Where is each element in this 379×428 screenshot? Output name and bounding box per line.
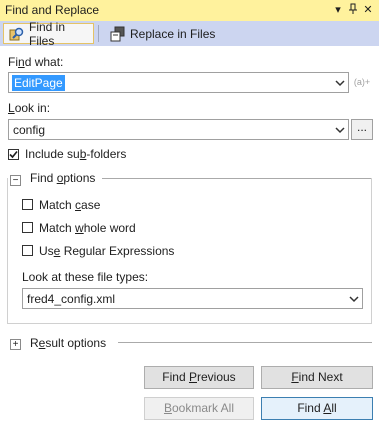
close-icon[interactable]: ✕ xyxy=(361,3,375,17)
use-regex-checkbox[interactable] xyxy=(22,245,33,256)
chevron-down-icon[interactable] xyxy=(349,293,359,303)
find-next-button[interactable]: Find Next xyxy=(261,366,373,389)
bookmark-all-button[interactable]: Bookmark All xyxy=(144,397,254,420)
include-subfolders-label: Include sub-folders xyxy=(25,147,127,161)
find-all-button[interactable]: Find All xyxy=(261,397,373,420)
find-what-label: Find what: xyxy=(8,55,64,69)
dropdown-icon[interactable]: ▾ xyxy=(331,3,345,17)
browse-button[interactable]: ... xyxy=(351,119,373,140)
file-types-label: Look at these file types: xyxy=(22,270,149,284)
match-whole-word-checkbox[interactable] xyxy=(22,222,33,233)
result-options-expander[interactable]: + xyxy=(10,339,21,350)
tab-replace-in-files[interactable]: Replace in Files xyxy=(105,23,225,44)
result-options-label: Result options xyxy=(30,336,107,350)
look-in-label: Look in: xyxy=(8,101,51,115)
find-what-input[interactable]: EditPage xyxy=(8,72,349,93)
file-types-value: fred4_config.xml xyxy=(27,292,116,306)
window-title: Find and Replace xyxy=(5,3,100,17)
include-subfolders-checkbox[interactable] xyxy=(8,149,19,160)
match-case-label: Match case xyxy=(39,198,101,212)
use-regex-label: Use Regular Expressions xyxy=(39,244,175,258)
result-options-divider xyxy=(118,342,372,343)
tab-label: Find in Files xyxy=(29,19,66,48)
match-case-checkbox[interactable] xyxy=(22,199,33,210)
file-types-input[interactable]: fred4_config.xml xyxy=(22,288,363,309)
tab-label: Replace in Files xyxy=(130,26,216,41)
replace-in-files-icon xyxy=(110,26,126,42)
tab-separator xyxy=(98,25,99,42)
chevron-down-icon[interactable] xyxy=(335,124,345,134)
find-what-value: EditPage xyxy=(12,75,65,91)
chevron-down-icon[interactable] xyxy=(335,77,345,87)
regex-builder-button[interactable]: (a)+ xyxy=(351,72,373,93)
match-whole-word-label: Match whole word xyxy=(39,221,136,235)
find-previous-button[interactable]: Find Previous xyxy=(144,366,254,389)
find-in-files-icon xyxy=(9,26,25,42)
look-in-input[interactable]: config xyxy=(8,119,349,140)
look-in-value: config xyxy=(13,123,46,137)
pin-icon[interactable] xyxy=(346,3,360,17)
tab-find-in-files[interactable]: Find in Files xyxy=(3,20,94,48)
